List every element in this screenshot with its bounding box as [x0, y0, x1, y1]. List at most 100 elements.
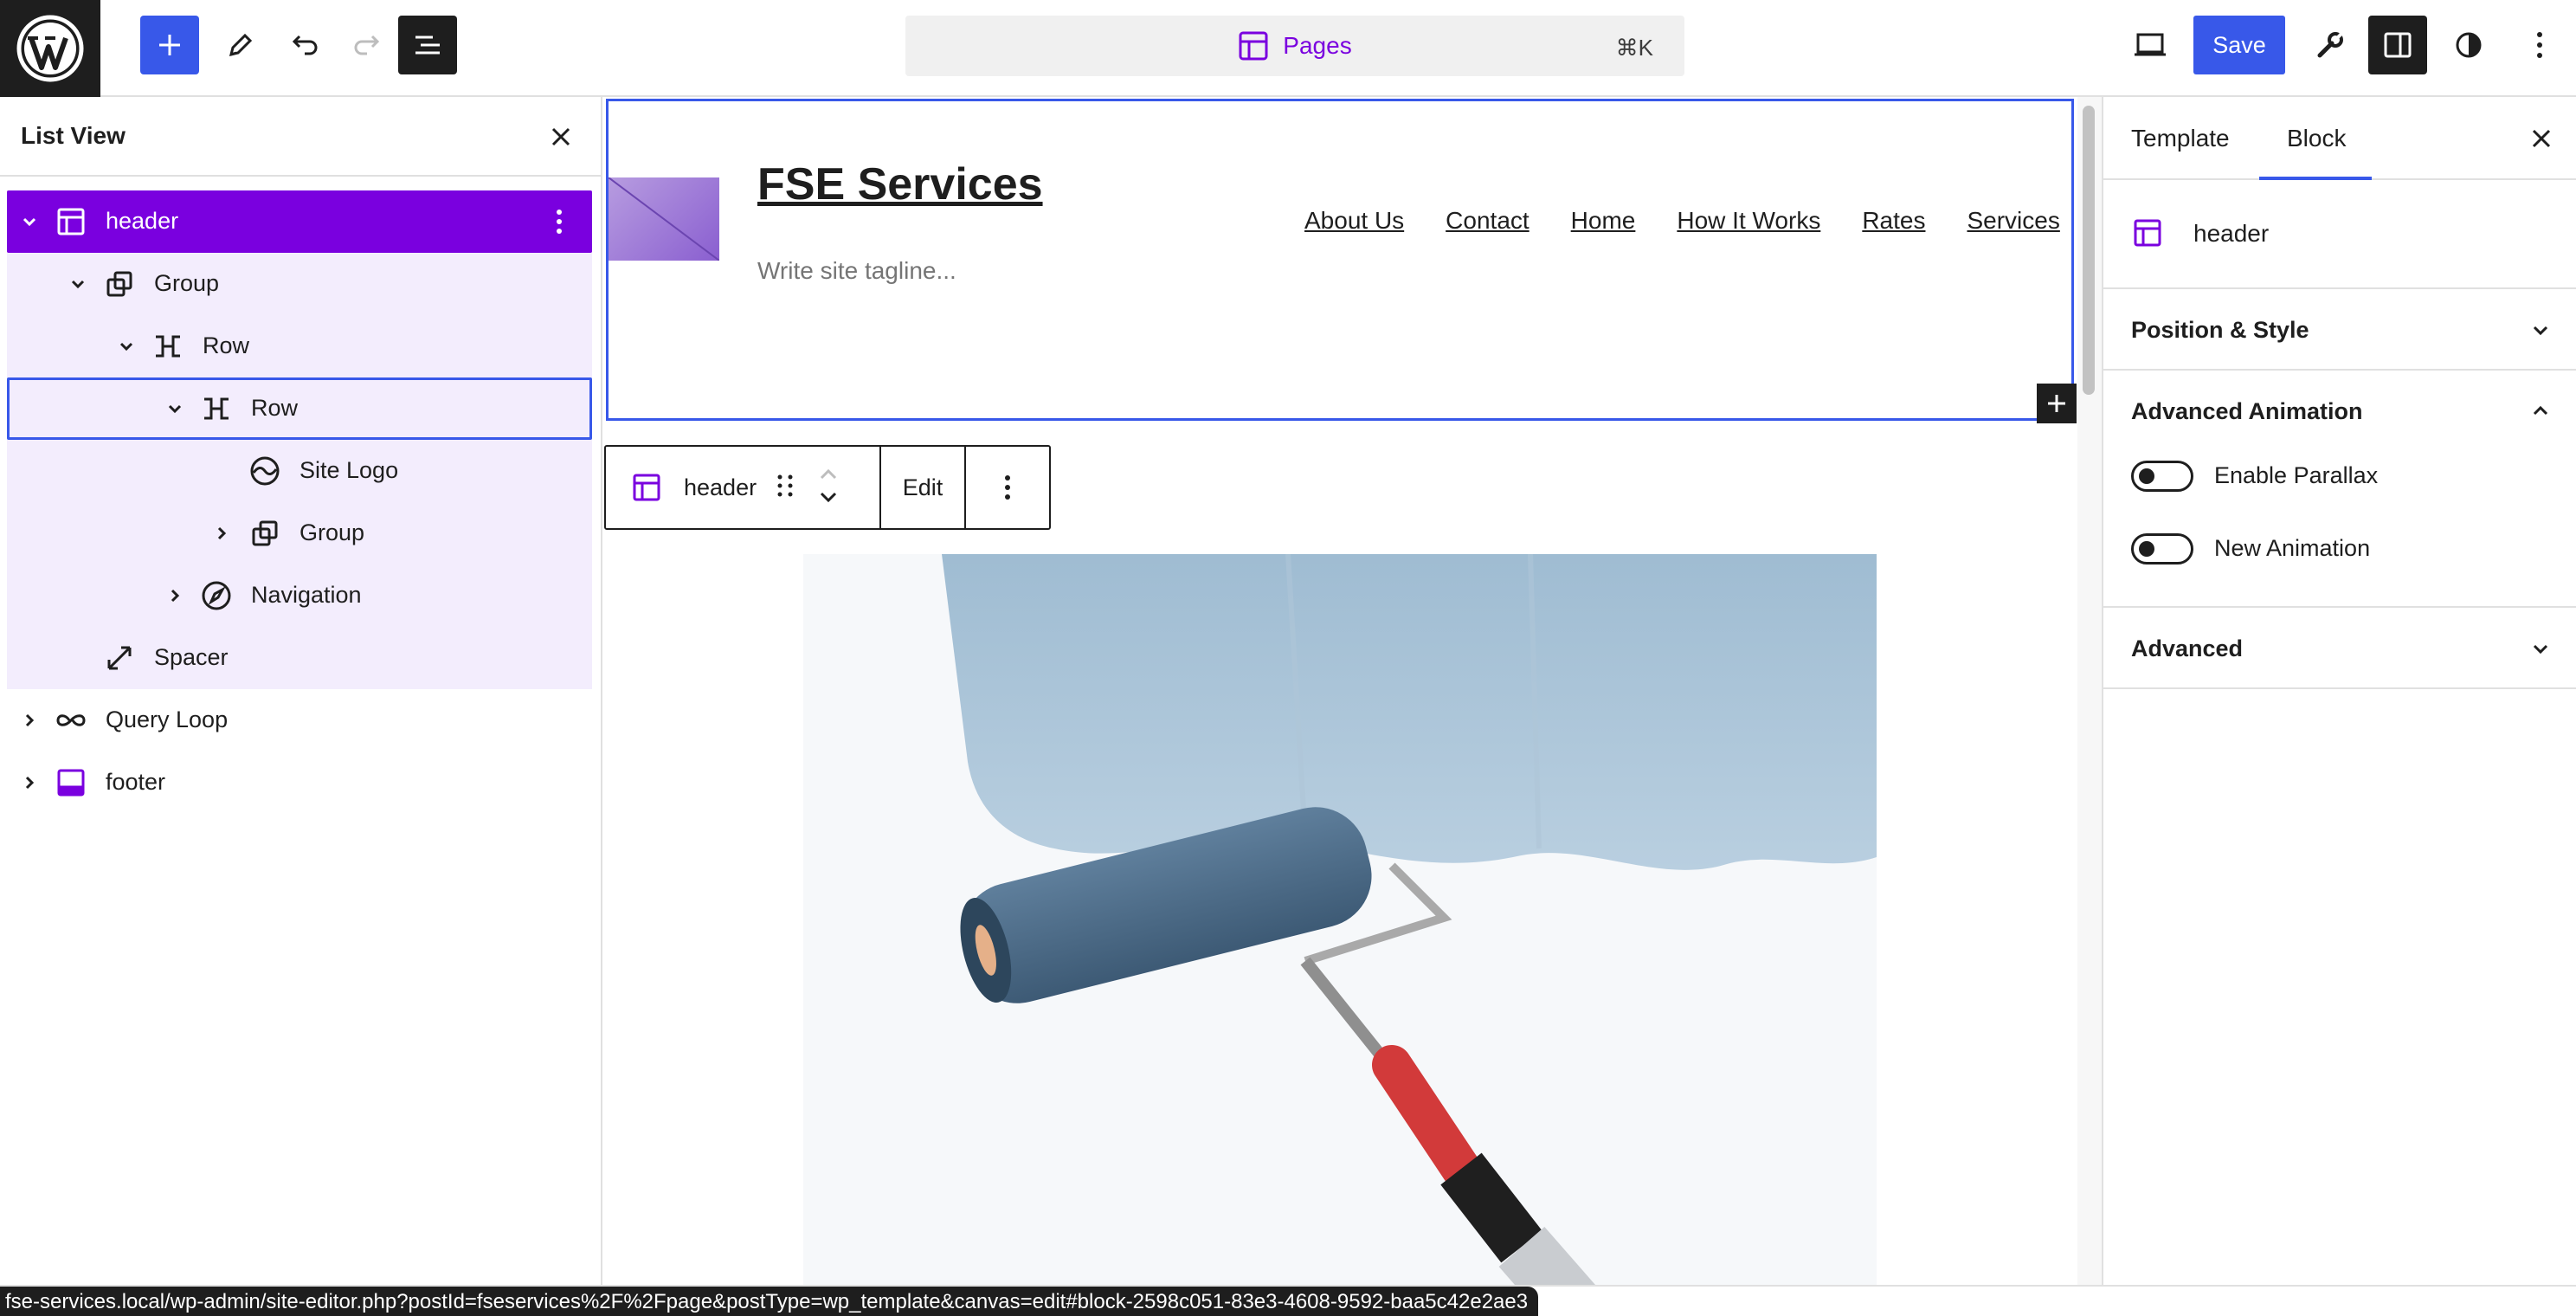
tab-block[interactable]: Block — [2287, 125, 2346, 152]
chevron-right-icon[interactable] — [209, 521, 234, 545]
device-preview-button[interactable] — [2121, 16, 2180, 74]
wordpress-logo-button[interactable] — [0, 0, 100, 97]
block-card-title: header — [2193, 220, 2270, 247]
sidebar-tabs: Template Block — [2103, 97, 2576, 180]
hero-image-paint-roller[interactable] — [803, 554, 1877, 1285]
site-title[interactable]: FSE Services — [757, 158, 1043, 210]
status-url: fse-services.local/wp-admin/site-editor.… — [0, 1287, 1539, 1316]
block-toolbar-label: header — [684, 474, 757, 500]
list-item-group-nested[interactable]: Group — [7, 502, 592, 564]
list-item-label: Row — [203, 332, 250, 358]
redo-icon — [354, 35, 380, 55]
toggle-knob — [2139, 468, 2154, 484]
list-view-header: List View — [0, 97, 601, 177]
sidebar-icon — [2384, 32, 2412, 58]
list-item-query-loop[interactable]: Query Loop — [7, 689, 592, 752]
block-card: header — [2103, 182, 2576, 289]
list-item-site-logo[interactable]: Site Logo — [7, 440, 592, 502]
enable-parallax-toggle[interactable] — [2131, 461, 2193, 492]
close-list-view-button[interactable] — [545, 121, 576, 152]
spacer-icon — [102, 641, 137, 675]
list-item-label: Spacer — [154, 644, 229, 670]
block-toolbar: header Edit — [604, 445, 1051, 530]
nav-item-about-us[interactable]: About Us — [1304, 207, 1404, 235]
chevron-up-icon[interactable] — [2528, 398, 2553, 424]
toggle-label: New Animation — [2214, 535, 2371, 561]
more-options-button[interactable] — [2510, 16, 2569, 74]
drag-handle-icon[interactable] — [776, 472, 795, 504]
list-item-row-focused[interactable]: Row — [7, 377, 592, 440]
block-tools-button[interactable] — [2301, 16, 2360, 74]
add-block-button[interactable] — [2037, 384, 2077, 423]
redo-button[interactable] — [338, 16, 396, 74]
site-logo-placeholder[interactable] — [608, 177, 720, 261]
list-item-footer[interactable]: footer — [7, 752, 592, 814]
editor-canvas[interactable]: FSE Services Write site tagline... About… — [604, 97, 2077, 1285]
block-options-icon[interactable] — [544, 206, 575, 237]
chevron-right-icon[interactable] — [163, 584, 187, 608]
list-item-label: Group — [154, 270, 220, 296]
list-view-panel: List View header Group Row Row Site Logo… — [0, 97, 602, 1285]
site-tagline[interactable]: Write site tagline... — [757, 257, 956, 285]
block-options-button[interactable] — [966, 447, 1049, 528]
save-button[interactable]: Save — [2193, 16, 2285, 74]
settings-sidebar-toggle[interactable] — [2368, 16, 2427, 74]
settings-sidebar: Template Block header Position & Style A… — [2102, 97, 2576, 1285]
list-item-header[interactable]: header — [7, 190, 592, 253]
nav-item-home[interactable]: Home — [1571, 207, 1636, 235]
command-palette-button[interactable]: Pages ⌘K — [905, 16, 1684, 76]
browser-status-bar: fse-services.local/wp-admin/site-editor.… — [0, 1285, 2576, 1316]
nav-item-contact[interactable]: Contact — [1446, 207, 1530, 235]
list-item-row[interactable]: Row — [7, 315, 592, 377]
panel-position-style[interactable]: Position & Style — [2103, 289, 2576, 371]
chevron-right-icon[interactable] — [17, 771, 42, 795]
toggle-knob — [2139, 541, 2154, 557]
list-item-label: Navigation — [251, 582, 362, 608]
active-tab-indicator — [2259, 177, 2372, 180]
header-block[interactable]: FSE Services Write site tagline... About… — [606, 99, 2077, 423]
list-item-spacer[interactable]: Spacer — [7, 627, 592, 689]
chevron-down-icon[interactable] — [66, 272, 90, 296]
styles-button[interactable] — [2439, 16, 2498, 74]
nav-item-services[interactable]: Services — [1967, 207, 2059, 235]
canvas-scrollbar[interactable] — [2077, 97, 2102, 1285]
scroll-thumb[interactable] — [2083, 106, 2095, 395]
list-item-label: Query Loop — [106, 706, 229, 732]
nav-item-how-it-works[interactable]: How It Works — [1677, 207, 1820, 235]
nav-item-rates[interactable]: Rates — [1862, 207, 1925, 235]
row-icon — [151, 329, 185, 364]
panel-advanced[interactable]: Advanced — [2103, 608, 2576, 689]
list-item-navigation[interactable]: Navigation — [7, 564, 592, 627]
undo-button[interactable] — [275, 16, 334, 74]
close-icon — [2532, 129, 2551, 148]
block-switcher[interactable]: header — [606, 447, 881, 528]
chevron-down-icon[interactable] — [114, 334, 138, 358]
plus-icon — [2048, 395, 2065, 412]
contrast-icon — [2456, 32, 2482, 58]
block-inserter-button[interactable] — [140, 16, 199, 74]
list-item-group[interactable]: Group — [7, 253, 592, 315]
tools-edit-button[interactable] — [211, 16, 270, 74]
chevron-right-icon[interactable] — [17, 708, 42, 732]
panel-title[interactable]: Advanced Animation — [2131, 398, 2363, 425]
list-view-icon — [415, 35, 440, 55]
list-item-label: Site Logo — [299, 457, 399, 483]
vertical-ellipsis-icon — [1005, 475, 1010, 500]
chevron-down-icon[interactable] — [163, 397, 187, 421]
list-view-title: List View — [21, 122, 126, 149]
move-up-down-icon[interactable] — [817, 464, 840, 512]
navigation-icon — [199, 578, 234, 613]
template-part-icon — [2133, 218, 2162, 252]
list-view-toggle-button[interactable] — [398, 16, 457, 74]
tab-template[interactable]: Template — [2131, 125, 2230, 152]
chevron-down-icon[interactable] — [17, 210, 42, 234]
page-layout-icon — [1239, 31, 1268, 61]
template-part-icon — [54, 765, 88, 800]
edit-template-part-button[interactable]: Edit — [881, 447, 966, 528]
panel-advanced-animation: Advanced Animation Enable Parallax New A… — [2103, 371, 2576, 608]
vertical-ellipsis-icon — [2537, 32, 2542, 58]
new-animation-toggle[interactable] — [2131, 533, 2193, 564]
template-part-icon — [54, 204, 88, 239]
close-sidebar-button[interactable] — [2526, 123, 2557, 154]
command-title: Pages — [1283, 32, 1352, 59]
